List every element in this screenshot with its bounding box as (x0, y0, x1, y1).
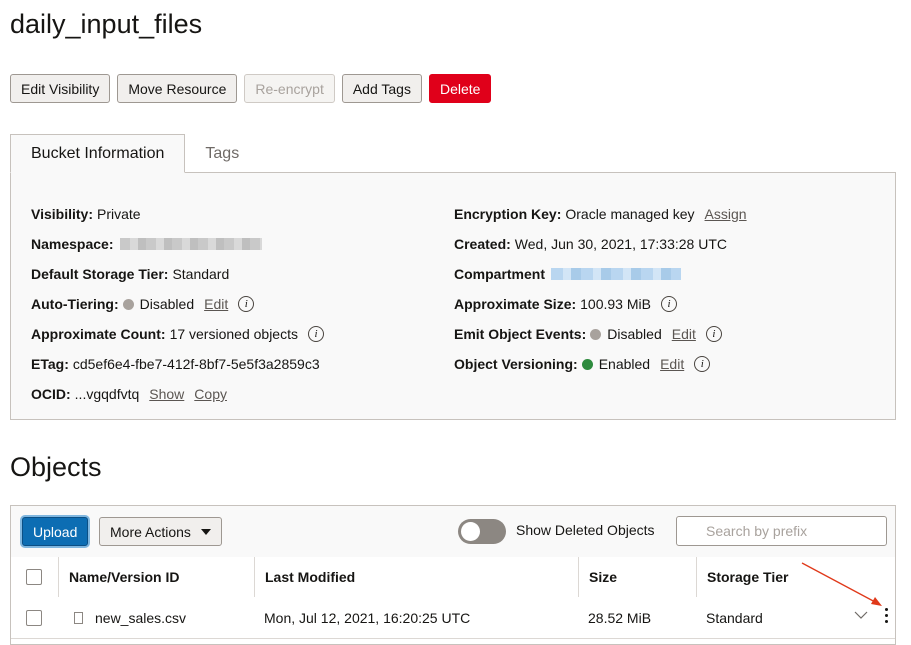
details-right-column: Encryption Key: Oracle managed key Assig… (454, 199, 747, 379)
visibility-row: Visibility: Private (31, 199, 324, 229)
kebab-menu-icon[interactable] (882, 608, 890, 623)
info-icon[interactable]: i (307, 326, 324, 342)
namespace-label: Namespace: (31, 236, 114, 252)
compartment-redacted-link[interactable] (551, 268, 682, 280)
select-all-checkbox[interactable] (26, 569, 42, 585)
row-last-modified: Mon, Jul 12, 2021, 16:20:25 UTC (264, 609, 471, 626)
file-icon (74, 611, 83, 624)
re-encrypt-button: Re-encrypt (244, 74, 335, 103)
ocid-value: ...vgqdfvtq (74, 386, 140, 402)
column-header-storage-tier[interactable]: Storage Tier (696, 557, 895, 597)
namespace-row: Namespace: (31, 229, 324, 259)
encryption-key-label: Encryption Key: (454, 206, 562, 222)
detail-tabs: Bucket Information Tags (10, 134, 259, 173)
info-icon[interactable]: i (694, 356, 711, 372)
tab-tags[interactable]: Tags (185, 134, 259, 173)
ocid-label: OCID: (31, 386, 71, 402)
approximate-count-value: 17 versioned objects (169, 326, 298, 342)
default-storage-tier-value: Standard (172, 266, 230, 282)
chevron-down-icon[interactable] (854, 608, 868, 622)
encryption-key-row: Encryption Key: Oracle managed key Assig… (454, 199, 747, 229)
green-dot-icon (581, 358, 593, 370)
tab-bucket-information[interactable]: Bucket Information (10, 134, 186, 173)
show-deleted-toggle[interactable] (458, 519, 506, 544)
info-icon[interactable]: i (238, 296, 255, 312)
encryption-key-assign-link[interactable]: Assign (705, 206, 747, 222)
approximate-size-row: Approximate Size: 100.93 MiB i (454, 289, 747, 319)
emit-object-events-row: Emit Object Events: Disabled Edit i (454, 319, 747, 349)
more-actions-button[interactable]: More Actions (99, 517, 222, 546)
emit-object-events-edit-link[interactable]: Edit (672, 326, 696, 342)
auto-tiering-row: Auto-Tiering: Disabled Edit i (31, 289, 324, 319)
created-value: Wed, Jun 30, 2021, 17:33:28 UTC (514, 236, 728, 252)
page-title: daily_input_files (10, 9, 203, 39)
approximate-count-label: Approximate Count: (31, 326, 166, 342)
auto-tiering-label: Auto-Tiering: (31, 296, 119, 312)
row-size: 28.52 MiB (588, 609, 652, 626)
approximate-size-value: 100.93 MiB (580, 296, 651, 312)
upload-button[interactable]: Upload (22, 517, 89, 546)
row-select-cell (11, 597, 58, 638)
details-left-column: Visibility: Private Namespace: Default S… (31, 199, 324, 409)
object-versioning-value: Enabled (598, 356, 651, 372)
column-header-size[interactable]: Size (578, 557, 696, 597)
delete-button[interactable]: Delete (428, 74, 492, 103)
column-header-last-modified[interactable]: Last Modified (254, 557, 578, 597)
visibility-value: Private (96, 206, 141, 222)
caret-down-icon (200, 528, 211, 535)
emit-object-events-label: Emit Object Events: (454, 326, 587, 342)
info-icon[interactable]: i (660, 296, 677, 312)
column-header-name[interactable]: Name/Version ID (58, 557, 254, 597)
action-bar: Edit Visibility Move Resource Re-encrypt… (10, 74, 492, 103)
object-versioning-label: Object Versioning: (454, 356, 578, 372)
approximate-count-row: Approximate Count: 17 versioned objects … (31, 319, 324, 349)
objects-table: Upload More Actions Show Deleted Objects… (10, 505, 896, 645)
visibility-label: Visibility: (31, 206, 93, 222)
add-tags-button[interactable]: Add Tags (341, 74, 422, 103)
row-name-cell: new_sales.csv (64, 597, 254, 638)
show-deleted-label: Show Deleted Objects (516, 522, 655, 538)
default-storage-tier-label: Default Storage Tier: (31, 266, 169, 282)
object-versioning-edit-link[interactable]: Edit (660, 356, 684, 372)
objects-toolbar: Upload More Actions Show Deleted Objects (11, 506, 895, 558)
created-label: Created: (454, 236, 511, 252)
created-row: Created: Wed, Jun 30, 2021, 17:33:28 UTC (454, 229, 747, 259)
encryption-key-value: Oracle managed key (565, 206, 695, 222)
objects-section-title: Objects (10, 452, 102, 482)
more-actions-label: More Actions (110, 523, 191, 540)
ocid-show-link[interactable]: Show (149, 386, 184, 402)
etag-label: ETag: (31, 356, 69, 372)
table-header: Name/Version ID Last Modified Size Stora… (11, 557, 895, 598)
header-select-cell (11, 557, 58, 597)
object-versioning-row: Object Versioning: Enabled Edit i (454, 349, 747, 379)
auto-tiering-edit-link[interactable]: Edit (204, 296, 228, 312)
compartment-row: Compartment (454, 259, 747, 289)
bucket-information-panel: Visibility: Private Namespace: Default S… (10, 172, 896, 420)
move-resource-button[interactable]: Move Resource (117, 74, 238, 103)
ocid-copy-link[interactable]: Copy (194, 386, 227, 402)
compartment-label: Compartment (454, 266, 546, 282)
approximate-size-label: Approximate Size: (454, 296, 577, 312)
emit-object-events-value: Disabled (607, 326, 662, 342)
table-row: new_sales.csv Mon, Jul 12, 2021, 16:20:2… (11, 597, 895, 639)
edit-visibility-button[interactable]: Edit Visibility (10, 74, 111, 103)
search-input[interactable] (676, 516, 887, 546)
etag-value: cd5ef6e4-fbe7-412f-8bf7-5e5f3a2859c3 (72, 356, 320, 372)
auto-tiering-value: Disabled (139, 296, 195, 312)
gray-dot-icon (122, 298, 134, 310)
row-storage-tier: Standard (706, 609, 763, 626)
default-storage-tier-row: Default Storage Tier: Standard (31, 259, 324, 289)
etag-row: ETag: cd5ef6e4-fbe7-412f-8bf7-5e5f3a2859… (31, 349, 324, 379)
toggle-knob (461, 522, 480, 541)
namespace-redacted-value (119, 238, 262, 250)
gray-dot-icon (590, 328, 602, 340)
row-checkbox[interactable] (26, 609, 42, 626)
info-icon[interactable]: i (705, 326, 722, 342)
object-name-link[interactable]: new_sales.csv (95, 610, 186, 626)
ocid-row: OCID: ...vgqdfvtq Show Copy (31, 379, 324, 409)
